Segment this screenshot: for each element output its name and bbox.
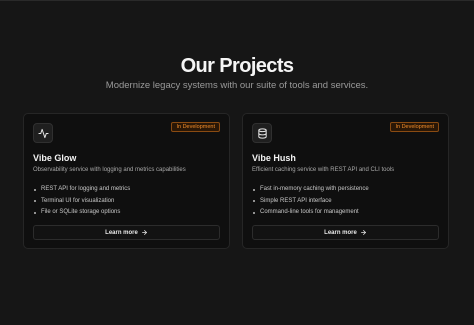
project-card-vibe-glow: In Development Vibe Glow Observability s… [23,113,230,249]
status-badge: In Development [390,122,439,132]
project-description: Observability service with logging and m… [33,167,186,173]
feature-item: Terminal UI for visualization [33,196,130,208]
bullet-icon [253,188,255,191]
feature-text: REST API for logging and metrics [41,186,131,192]
learn-more-label: Learn more [105,229,138,236]
bullet-icon [253,200,255,202]
database-icon [252,123,272,143]
project-title: Vibe Glow [33,153,77,163]
status-badge: In Development [171,122,220,132]
feature-item: Fast in-memory caching with persistence [252,184,369,196]
feature-text: File or SQLite storage options [41,209,121,215]
learn-more-label: Learn more [324,229,357,236]
project-title: Vibe Hush [252,153,296,163]
feature-item: Simple REST API interface [252,196,369,208]
bullet-icon [253,211,255,214]
feature-text: Simple REST API interface [260,197,332,204]
feature-item: REST API for logging and metrics [33,184,130,196]
feature-text: Terminal UI for visualization [41,197,115,204]
top-divider [0,0,474,1]
feature-list: Fast in-memory caching with persistence … [252,184,369,219]
page-subtitle: Modernize legacy systems with our suite … [105,80,369,91]
bullet-icon [34,188,36,191]
project-description: Efficient caching service with REST API … [252,167,395,173]
feature-item: File or SQLite storage options [33,207,130,219]
bullet-icon [34,211,36,214]
learn-more-button[interactable]: Learn more [252,225,439,240]
feature-text: Fast in-memory caching with persistence [260,186,369,192]
learn-more-button[interactable]: Learn more [33,225,220,240]
page-title: Our Projects [180,55,294,77]
feature-item: Command-line tools for management [252,207,369,219]
feature-list: REST API for logging and metrics Termina… [33,184,130,219]
feature-text: Command-line tools for management [260,209,359,215]
activity-pulse-icon [33,123,53,143]
arrow-right-icon [360,229,367,236]
projects-page: Our Projects Modernize legacy systems wi… [0,0,474,325]
bullet-icon [34,200,36,202]
project-card-vibe-hush: In Development Vibe Hush Efficient cachi… [242,113,449,249]
arrow-right-icon [141,229,148,236]
